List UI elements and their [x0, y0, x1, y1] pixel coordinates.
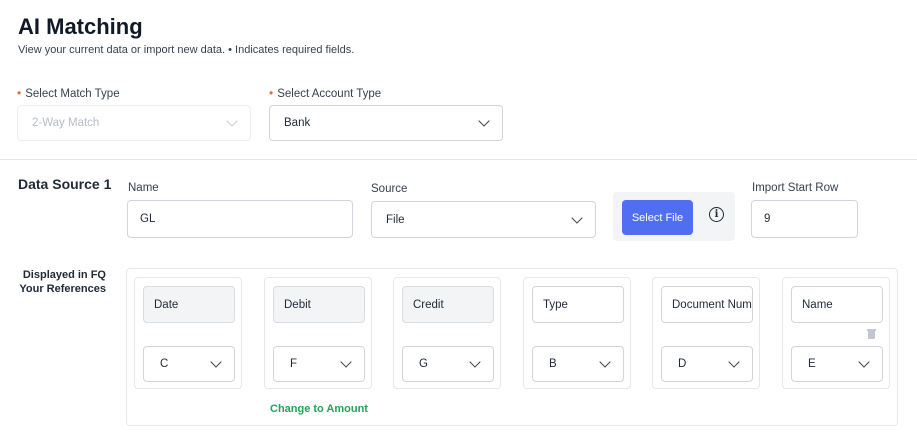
match-type-select[interactable]: 2-Way Match [17, 105, 251, 141]
page-subtitle: View your current data or import new dat… [18, 44, 355, 56]
change-to-amount-link[interactable]: Change to Amount [270, 403, 368, 415]
source-label: Source [371, 183, 408, 195]
section-divider [0, 159, 917, 160]
match-type-value: 2-Way Match [32, 117, 100, 129]
page-title: AI Matching [18, 14, 143, 39]
source-select[interactable]: File [371, 201, 596, 238]
chevron-down-icon [469, 356, 481, 368]
displayed-in-fq-label: Displayed in FQ Your References [19, 269, 106, 295]
column-name-field: Credit [402, 286, 494, 323]
name-label: Name [128, 182, 159, 194]
column-card-type: Type B [523, 277, 631, 389]
import-start-row-input[interactable]: 9 [751, 200, 858, 238]
name-input[interactable]: GL [127, 200, 353, 238]
column-card-debit: Debit F [264, 277, 372, 389]
column-name-field: Debit [273, 286, 365, 323]
column-reference-select[interactable]: F [273, 346, 365, 382]
chevron-down-icon [340, 356, 352, 368]
chevron-down-icon [728, 356, 740, 368]
match-type-label: • Select Match Type [17, 86, 120, 100]
column-reference-select[interactable]: E [791, 346, 883, 382]
column-name-input[interactable]: Document Number [661, 286, 753, 323]
import-start-row-label: Import Start Row [752, 182, 839, 194]
required-indicator: • [17, 86, 22, 100]
info-icon[interactable]: i [709, 207, 724, 222]
column-name-input[interactable]: Name [791, 286, 883, 323]
column-name-input[interactable]: Type [532, 286, 624, 323]
account-type-value: Bank [284, 117, 311, 129]
data-source-title: Data Source 1 [18, 176, 112, 192]
chevron-down-icon [571, 211, 583, 224]
column-card-name: Name E [782, 277, 890, 389]
column-name-field: Date [143, 286, 235, 323]
column-reference-select[interactable]: B [532, 346, 624, 382]
select-file-button[interactable]: Select File [622, 200, 693, 235]
account-type-select[interactable]: Bank [269, 105, 503, 141]
chevron-down-icon [858, 356, 870, 368]
column-card-document-number: Document Number D [652, 277, 760, 389]
column-card-credit: Credit G [393, 277, 501, 389]
chevron-down-icon [599, 356, 611, 368]
trash-icon[interactable] [867, 329, 876, 339]
column-reference-select[interactable]: C [143, 346, 235, 382]
column-reference-select[interactable]: D [661, 346, 753, 382]
source-value: File [386, 213, 405, 226]
required-indicator: • [269, 86, 274, 100]
account-type-label: • Select Account Type [269, 86, 382, 100]
column-reference-select[interactable]: G [402, 346, 494, 382]
chevron-down-icon [226, 115, 238, 127]
chevron-down-icon [210, 356, 222, 368]
column-card-date: Date C [134, 277, 242, 389]
chevron-down-icon [478, 115, 490, 127]
